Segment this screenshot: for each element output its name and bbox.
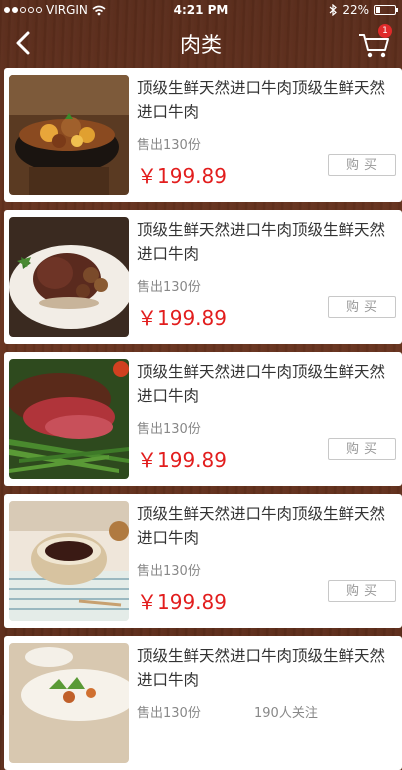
sold-count: 售出130份	[137, 564, 201, 579]
product-card[interactable]: 顶级生鲜天然进口牛肉顶级生鲜天然进口牛肉 售出130份 ￥199.89 购买	[4, 210, 402, 344]
product-image	[9, 359, 129, 479]
battery-percent: 22%	[342, 3, 369, 17]
bluetooth-icon	[329, 4, 338, 16]
product-card[interactable]: 顶级生鲜天然进口牛肉顶级生鲜天然进口牛肉 售出130份 ￥199.89 购买	[4, 68, 402, 202]
sold-count: 售出130份	[137, 422, 201, 437]
product-title: 顶级生鲜天然进口牛肉顶级生鲜天然进口牛肉	[137, 363, 386, 405]
follow-count: 190人关注	[254, 706, 318, 721]
nav-bar: 肉类 1	[0, 20, 402, 66]
product-card[interactable]: 顶级生鲜天然进口牛肉顶级生鲜天然进口牛肉 售出130份 ￥199.89 购买	[4, 494, 402, 628]
product-title: 顶级生鲜天然进口牛肉顶级生鲜天然进口牛肉	[137, 647, 386, 689]
battery-icon	[374, 5, 398, 15]
page-title: 肉类	[180, 33, 222, 57]
product-title: 顶级生鲜天然进口牛肉顶级生鲜天然进口牛肉	[137, 221, 386, 263]
product-title: 顶级生鲜天然进口牛肉顶级生鲜天然进口牛肉	[137, 79, 386, 121]
buy-button[interactable]: 购买	[328, 438, 396, 460]
product-card[interactable]: 顶级生鲜天然进口牛肉顶级生鲜天然进口牛肉 售出130份 190人关注	[4, 636, 402, 770]
status-bar: VIRGIN 4:21 PM 22%	[0, 0, 402, 20]
product-price: ￥199.89	[137, 590, 227, 614]
product-price: ￥199.89	[137, 448, 227, 472]
product-price: ￥199.89	[137, 306, 227, 330]
status-right: 22%	[329, 3, 398, 17]
cart-button[interactable]: 1	[356, 24, 394, 62]
product-price: ￥199.89	[137, 164, 227, 188]
buy-button[interactable]: 购买	[328, 154, 396, 176]
sold-count: 售出130份	[137, 138, 201, 153]
buy-button[interactable]: 购买	[328, 296, 396, 318]
product-image	[9, 643, 129, 763]
cart-badge: 1	[378, 24, 392, 38]
product-image	[9, 75, 129, 195]
sold-count: 售出130份	[137, 280, 201, 295]
product-title: 顶级生鲜天然进口牛肉顶级生鲜天然进口牛肉	[137, 505, 386, 547]
sold-count: 售出130份	[137, 706, 201, 721]
product-image	[9, 217, 129, 337]
product-card[interactable]: 顶级生鲜天然进口牛肉顶级生鲜天然进口牛肉 售出130份 ￥199.89 购买	[4, 352, 402, 486]
product-image	[9, 501, 129, 621]
buy-button[interactable]: 购买	[328, 580, 396, 602]
